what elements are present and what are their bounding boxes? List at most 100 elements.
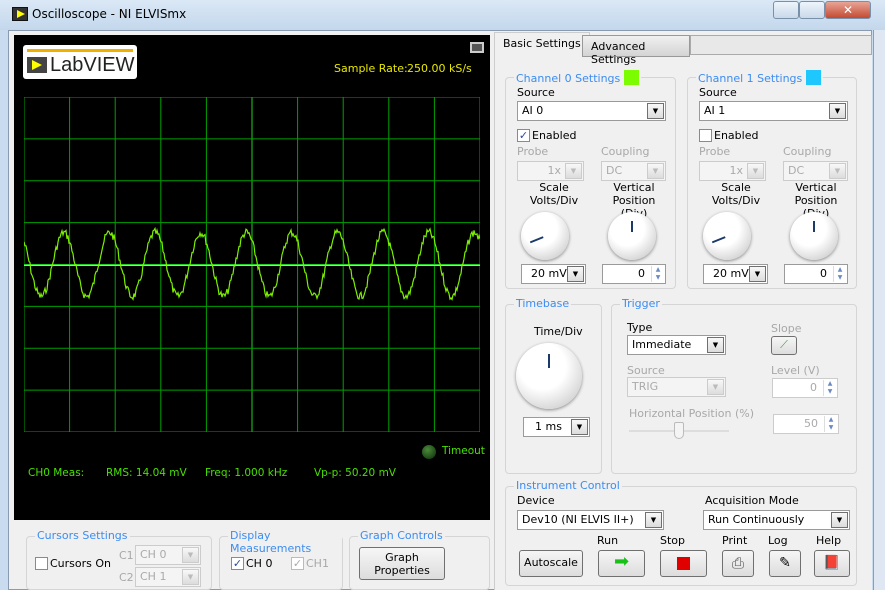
labview-logo: LabVIEW — [23, 45, 137, 79]
minimize-button[interactable] — [773, 1, 799, 19]
channel-0-coupling-select[interactable]: DC ▼ — [601, 161, 666, 181]
help-book-icon: 📕 — [823, 555, 841, 571]
print-label: Print — [722, 534, 748, 547]
channel-1-title: Channel 1 Settings — [696, 70, 824, 85]
scale-label: Scale Volts/Div — [711, 181, 761, 207]
log-label: Log — [768, 534, 788, 547]
autoscale-button[interactable]: Autoscale — [519, 550, 583, 577]
slope-rising-button[interactable]: ⟋ — [771, 336, 797, 355]
channel-0-vpos-knob[interactable] — [608, 212, 656, 260]
time-div-label: Time/Div — [534, 325, 583, 338]
channel-1-coupling-select[interactable]: DC ▼ — [783, 161, 848, 181]
level-input[interactable]: 0 ▲ ▼ — [772, 378, 838, 398]
ch0-meas-checkbox[interactable]: ✓ — [231, 557, 244, 570]
close-button[interactable]: ✕ — [825, 1, 871, 19]
probe-label: Probe — [517, 145, 549, 158]
display-measurements-group: Display Measurements ✓ CH 0 ✓ CH1 — [219, 529, 343, 590]
graph-controls-title: Graph Controls — [358, 529, 445, 542]
print-button[interactable]: ⎙ — [722, 550, 754, 577]
stop-button[interactable] — [660, 550, 707, 577]
trigger-type-select[interactable]: Immediate ▼ — [627, 335, 726, 355]
enabled-label: Enabled — [714, 129, 759, 142]
timebase-group: Timebase Time/Div 1 ms ▼ — [505, 297, 602, 474]
channel-0-source-select[interactable]: AI 0 ▼ — [517, 101, 666, 121]
trigger-source-select[interactable]: TRIG ▼ — [627, 377, 726, 397]
channel-0-title: Channel 0 Settings — [514, 70, 642, 85]
channel-0-color-swatch — [624, 70, 640, 85]
hpos-input[interactable]: 50 ▲ ▼ — [773, 414, 839, 434]
run-button[interactable]: ➡ — [598, 550, 645, 577]
printer-icon: ⎙ — [731, 554, 744, 572]
channel-1-probe-select[interactable]: 1x ▼ — [699, 161, 766, 181]
channel-1-color-swatch — [806, 70, 822, 85]
oscilloscope-display: LabVIEW Sample Rate: 250.00 kS/s Timeout… — [14, 35, 490, 520]
sample-rate-label: Sample Rate: — [334, 62, 408, 75]
channel-1-source-select[interactable]: AI 1 ▼ — [699, 101, 848, 121]
scale-label: Scale Volts/Div — [529, 181, 579, 207]
trigger-title: Trigger — [620, 297, 662, 310]
acq-mode-label: Acquisition Mode — [705, 494, 799, 507]
graph-properties-button[interactable]: Graph Properties — [359, 547, 445, 580]
level-label: Level (V) — [771, 364, 820, 377]
help-button[interactable]: 📕 — [814, 550, 850, 577]
rms-readout: RMS: 14.04 mV — [106, 467, 187, 479]
cursors-on-checkbox[interactable] — [35, 557, 48, 570]
scrollbar[interactable] — [873, 30, 885, 590]
stop-label: Stop — [660, 534, 686, 547]
timeout-led-icon — [422, 445, 436, 459]
enabled-label: Enabled — [532, 129, 577, 142]
trigger-type-label: Type — [627, 321, 653, 334]
channel-0-vpos-input[interactable]: 0 ▲ ▼ — [602, 264, 666, 284]
acq-mode-select[interactable]: Run Continuously ▼ — [703, 510, 850, 530]
source-label: Source — [699, 86, 737, 99]
tab-basic-settings[interactable]: Basic Settings — [494, 32, 590, 56]
hpos-slider-thumb[interactable] — [674, 422, 684, 439]
channel-1-enabled-checkbox[interactable] — [699, 129, 712, 142]
freq-readout: Freq: 1.000 kHz — [205, 467, 288, 479]
instrument-control-group: Instrument Control Device Dev10 (NI ELVI… — [505, 479, 857, 586]
slope-label: Slope — [771, 322, 802, 335]
waveform-graph — [24, 97, 480, 432]
ch0-meas-label: CH 0 — [246, 557, 273, 570]
cursors-settings-title: Cursors Settings — [35, 529, 130, 542]
c1-label: C1 — [119, 549, 134, 562]
display-measurements-title: Display Measurements — [228, 529, 342, 555]
probe-label: Probe — [699, 145, 731, 158]
ch1-meas-label: CH1 — [306, 557, 329, 570]
coupling-label: Coupling — [783, 145, 832, 158]
instrument-control-title: Instrument Control — [514, 479, 622, 492]
trigger-source-label: Source — [627, 364, 665, 377]
c1-select[interactable]: CH 0 ▼ — [135, 545, 201, 565]
window-title: Oscilloscope - NI ELVISmx — [32, 7, 187, 21]
c2-select[interactable]: CH 1 ▼ — [135, 567, 201, 587]
ch1-meas-checkbox[interactable]: ✓ — [291, 557, 304, 570]
log-button[interactable]: ✎ — [769, 550, 801, 577]
c2-label: C2 — [119, 571, 134, 584]
time-div-select[interactable]: 1 ms ▼ — [523, 417, 590, 437]
channel-0-scale-knob[interactable] — [521, 212, 569, 260]
stop-square-icon — [677, 557, 690, 570]
time-div-knob[interactable] — [516, 343, 582, 409]
channel-0-settings-group: Channel 0 Settings Source AI 0 ▼ ✓ Enable… — [505, 70, 676, 289]
channel-1-vpos-knob[interactable] — [790, 212, 838, 260]
cursors-settings-group: Cursors Settings Cursors On C1 CH 0 ▼ C2 … — [26, 529, 212, 590]
sample-rate-value: 250.00 kS/s — [407, 62, 472, 75]
title-bar: Oscilloscope - NI ELVISmx ✕ — [0, 0, 885, 30]
channel-0-probe-select[interactable]: 1x ▼ — [517, 161, 584, 181]
tab-advanced-settings[interactable]: Advanced Settings — [582, 35, 690, 66]
channel-0-enabled-checkbox[interactable]: ✓ — [517, 129, 530, 142]
cursors-on-label: Cursors On — [50, 557, 112, 570]
channel-1-settings-group: Channel 1 Settings Source AI 1 ▼ Enabled … — [687, 70, 857, 289]
graph-controls-group: Graph Controls Graph Properties — [349, 529, 490, 590]
channel-0-scale-select[interactable]: 20 mV ▼ — [521, 264, 586, 284]
device-select[interactable]: Dev10 (NI ELVIS II+) ▼ — [517, 510, 664, 530]
channel-1-scale-select[interactable]: 20 mV ▼ — [703, 264, 768, 284]
coupling-label: Coupling — [601, 145, 650, 158]
channel-1-scale-knob[interactable] — [703, 212, 751, 260]
expand-graph-icon[interactable] — [470, 42, 484, 53]
vpp-readout: Vp-p: 50.20 mV — [314, 467, 396, 479]
help-label: Help — [816, 534, 842, 547]
log-edit-icon: ✎ — [779, 555, 791, 571]
channel-1-vpos-input[interactable]: 0 ▲ ▼ — [784, 264, 848, 284]
maximize-button[interactable] — [799, 1, 825, 19]
